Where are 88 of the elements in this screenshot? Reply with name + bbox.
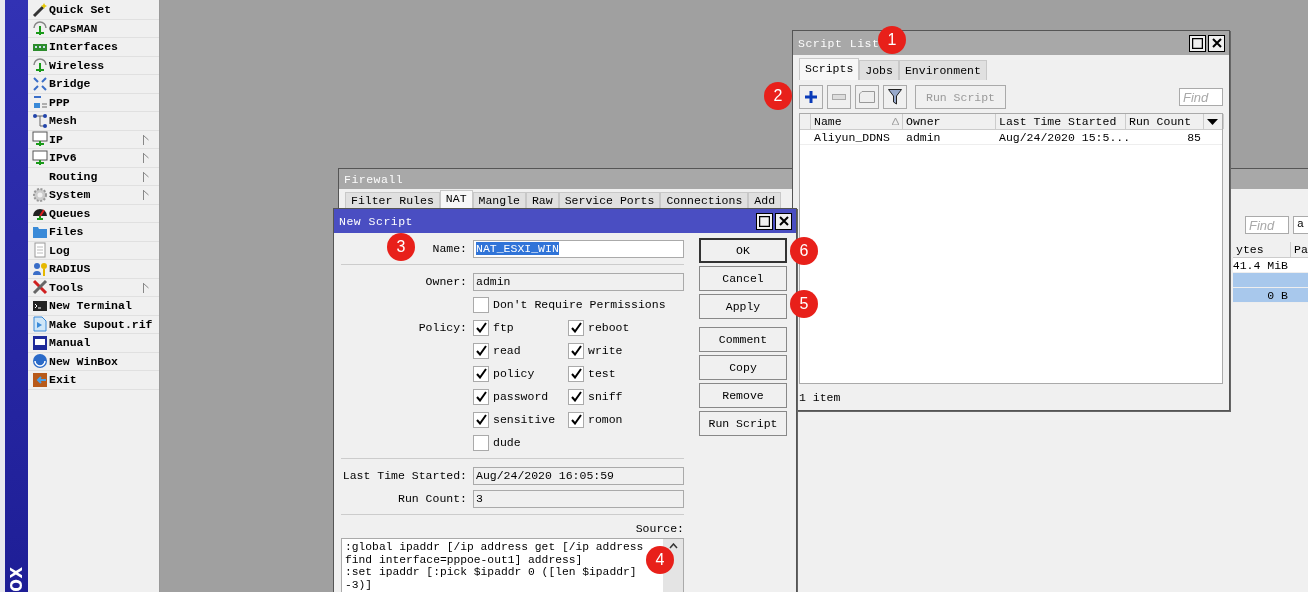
find-field[interactable]: Find [1245, 216, 1289, 234]
menu-item[interactable]: IPv6 [28, 149, 159, 168]
step-badge: 2 [764, 82, 792, 110]
step-badge: 1 [878, 26, 906, 54]
tab[interactable]: Add [748, 192, 782, 208]
column-header[interactable]: Owner [903, 114, 996, 129]
field-label: Last Time Started: [342, 469, 467, 482]
tab[interactable]: NAT [439, 190, 473, 208]
checkbox-label: dude [493, 436, 521, 449]
column-header[interactable]: Last Time Started [996, 114, 1126, 129]
field-label: Run Count: [398, 492, 467, 505]
tab[interactable]: Connections [660, 192, 749, 208]
dialog-button[interactable]: OK [699, 238, 787, 263]
code-line: -3)] [345, 578, 374, 591]
table-row[interactable]: Aliyun_DDNS admin Aug/24/2020 15:5... 85 [800, 130, 1222, 145]
brand-text: OX [8, 566, 26, 592]
menu-item[interactable]: RADIUS [28, 260, 159, 279]
field-label: Source: [635, 522, 684, 535]
dialog-button[interactable]: Run Script [699, 411, 787, 436]
menu-item[interactable]: Queues [28, 204, 159, 223]
tab[interactable]: Raw [525, 192, 559, 208]
checkbox-label: romon [588, 413, 623, 426]
last-started-field[interactable]: Aug/24/2020 16:05:59 [473, 466, 684, 485]
table-cell-text: Aug/24/2020 15:5... [998, 130, 1126, 144]
window-title: New Script [339, 214, 413, 228]
table-row[interactable]: 41.4 MiB [1233, 258, 1308, 273]
menu-item[interactable]: Quick Set [28, 1, 159, 20]
column-header[interactable]: ytes [1233, 242, 1291, 257]
menu-item[interactable]: Manual [28, 334, 159, 353]
tab[interactable]: Service Ports [558, 192, 661, 208]
dialog-button[interactable]: Remove [699, 383, 787, 408]
menu-item[interactable]: Interfaces [28, 38, 159, 57]
field-label: Name: [432, 242, 467, 255]
code-line: :set ipaddr [:pick $ipaddr 0 ([len $ipaddr] [345, 566, 638, 579]
menu-item[interactable]: New WinBox [28, 352, 159, 371]
menu-item[interactable]: PPP [28, 93, 159, 112]
tab[interactable]: Mangle [472, 192, 526, 208]
menu-item[interactable]: Routing [28, 167, 159, 186]
table-cell-text: Aliyun_DDNS [813, 130, 891, 144]
checkbox-label: sensitive [493, 413, 556, 426]
menu-item[interactable]: Bridge [28, 75, 159, 94]
column-header[interactable]: Pa [1291, 242, 1308, 257]
dialog-button[interactable]: Apply [699, 294, 787, 319]
dialog-button[interactable]: Cancel [699, 266, 787, 291]
table-cell-text: 85 [1186, 130, 1202, 144]
checkbox-label: policy [493, 367, 535, 380]
table-cell-text: 0 B [1266, 288, 1289, 302]
column-header[interactable]: Run Count [1126, 114, 1204, 129]
owner-field[interactable]: admin [473, 272, 684, 291]
tab[interactable]: Scripts [799, 58, 860, 80]
filter-field[interactable]: a [1293, 216, 1308, 234]
menu-item[interactable]: Wireless [28, 56, 159, 75]
checkbox-label: write [588, 344, 623, 357]
checkbox-label: reboot [588, 321, 630, 334]
tab[interactable]: Environment [898, 60, 987, 80]
run-count-field[interactable]: 3 [473, 489, 684, 508]
column-header[interactable]: Name [811, 114, 903, 129]
window-title: Firewall [344, 172, 404, 186]
dialog-button[interactable]: Copy [699, 355, 787, 380]
table-cell-text: 41.4 MiB [1233, 258, 1289, 272]
dialog-button[interactable]: Comment [699, 327, 787, 352]
menu-item[interactable]: Mesh [28, 112, 159, 131]
field-label: Policy: [418, 321, 467, 334]
checkbox-label: ftp [493, 321, 514, 334]
status-text: 1 item [799, 390, 841, 404]
tab[interactable]: Filter Rules [345, 192, 440, 208]
code-line: :global ipaddr [/ip address get [/ip address [345, 541, 645, 554]
menu-item[interactable]: IP [28, 130, 159, 149]
name-field[interactable]: NAT_ESXI_WIN [473, 239, 684, 258]
window-title: Script List [798, 36, 880, 50]
menu-item[interactable]: Files [28, 223, 159, 242]
table-cell-text: admin [905, 130, 942, 144]
checkbox-label: sniff [588, 390, 623, 403]
menu-item[interactable]: New Terminal [28, 297, 159, 316]
menu-item[interactable]: Exit [28, 371, 159, 390]
table-row[interactable]: 0 B [1233, 288, 1308, 303]
menu-item[interactable]: System [28, 186, 159, 205]
find-field[interactable]: Find [1179, 88, 1223, 106]
menu-item[interactable]: CAPsMAN [28, 19, 159, 38]
tab[interactable]: Jobs [859, 60, 899, 80]
checkbox-label: test [588, 367, 616, 380]
checkbox-label: read [493, 344, 521, 357]
menu-item[interactable]: Log [28, 241, 159, 260]
checkbox-label: Don't Require Permissions [493, 298, 666, 311]
checkbox-label: password [493, 390, 549, 403]
field-label: Owner: [425, 275, 467, 288]
menu-item[interactable]: Tools [28, 278, 159, 297]
menu-item[interactable]: Make Supout.rif [28, 315, 159, 334]
